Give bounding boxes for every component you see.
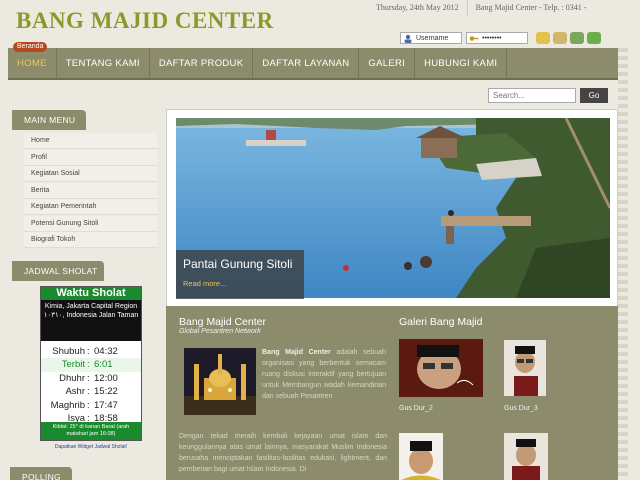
menu-item-profil[interactable]: Profil [24,149,158,166]
menu-item-berita[interactable]: Berita [24,182,158,199]
article-paragraph-2: Dengan tekad meraih kembali kejayaan uma… [179,433,387,473]
gallery-caption: Gus Dur_2 [399,405,433,412]
site-title[interactable]: BANG MAJID CENTER [16,8,274,34]
login-form: Username •••••••• [400,32,601,44]
top-info-bar: Thursday, 24th May 2012 Bang Majid Cente… [368,0,594,16]
password-field[interactable]: •••••••• [466,32,528,44]
prayer-widget-title: Waktu Sholat [41,287,141,300]
menu-item-kegiatan-sosial[interactable]: Kegiatan Sosial [24,166,158,182]
prayer-row: Terbit:6:01 [41,358,141,372]
prayer-times-widget: Waktu Sholat Kimia, Jakarta Capital Regi… [40,286,142,441]
gallery-title: Galeri Bang Majid [399,316,483,328]
menu-item-kegiatan-pemerintah[interactable]: Kegiatan Pemerintah [24,199,158,215]
search-button[interactable]: Go [580,88,608,103]
contact-info: Bang Majid Center - Telp. : 0341 - [466,0,595,16]
page-edge-decoration [618,48,628,480]
prayer-row: Ashr:15:22 [65,386,118,398]
forgot-user-icon[interactable] [570,32,584,44]
prayer-times-table: Shubuh:04:32 Terbit:6:01 Dhuhr:12:00 Ash… [41,345,141,425]
prayer-row: Dhuhr:12:00 [59,372,118,384]
prayer-row: Shubuh:04:32 [52,346,118,357]
read-more-link[interactable]: Read more... [176,271,304,288]
polling-heading: POLLING [10,467,72,480]
current-date: Thursday, 24th May 2012 [376,3,459,12]
image-slider[interactable]: Pantai Gunung Sitoli Read more... [166,109,618,307]
prayer-location: Kimia, Jakarta Capital Region ١٠٣١٠, Ind… [41,300,141,341]
login-submit-icon[interactable] [587,32,601,44]
active-nav-tag: Beranda [13,42,48,52]
menu-item-biografi[interactable]: Biografi Tokoh [24,232,158,248]
prayer-row: Maghrib:17:47 [50,399,118,411]
key-icon [469,35,479,41]
main-nav: HOME TENTANG KAMI DAFTAR PRODUK DAFTAR L… [8,48,618,80]
slide-caption-title: Pantai Gunung Sitoli [183,257,293,271]
kiblat-info: Kiblat: 25° di kanan Barat (arah matahar… [41,422,141,440]
get-widget-link[interactable]: Dapatkan Widget Jadwal Sholat! [40,444,142,450]
gallery-image-gusdur-5[interactable] [504,433,548,480]
menu-item-potensi[interactable]: Potensi Gunung Sitoli [24,215,158,232]
gallery-image-gusdur-4[interactable] [399,433,443,480]
search-input[interactable]: Search... [488,88,576,103]
nav-tentang-kami[interactable]: TENTANG KAMI [57,48,150,78]
gallery-image-gusdur-3[interactable] [504,340,546,396]
gallery-image-gusdur-2[interactable] [399,339,483,397]
user-icon [404,34,412,43]
nav-daftar-produk[interactable]: DAFTAR PRODUK [150,48,254,78]
mosque-image [184,348,256,415]
nav-hubungi-kami[interactable]: HUBUNGI KAMI [415,48,508,78]
main-menu: Home Profil Kegiatan Sosial Berita Kegia… [24,133,158,249]
article-title[interactable]: Bang Majid Center [179,316,266,328]
register-user-icon[interactable] [553,32,567,44]
login-key-icon[interactable] [536,32,550,44]
article-paragraph-1: Bang Majid Center adalah sebuah organisa… [262,349,386,400]
username-placeholder: Username [416,34,449,42]
slide-caption: Pantai Gunung Sitoli Read more... [176,250,304,299]
gallery-caption: Gus Dur_3 [504,405,538,412]
jadwal-sholat-heading: JADWAL SHOLAT [12,261,104,281]
article-subtitle: Global Pesantren Network [179,328,261,335]
main-menu-heading: MAIN MENU [12,110,86,130]
nav-galeri[interactable]: GALERI [359,48,416,78]
menu-item-home[interactable]: Home [24,133,158,149]
username-field[interactable]: Username [400,32,462,44]
nav-home[interactable]: HOME [8,48,57,78]
nav-daftar-layanan[interactable]: DAFTAR LAYANAN [253,48,360,78]
password-mask: •••••••• [482,34,502,42]
